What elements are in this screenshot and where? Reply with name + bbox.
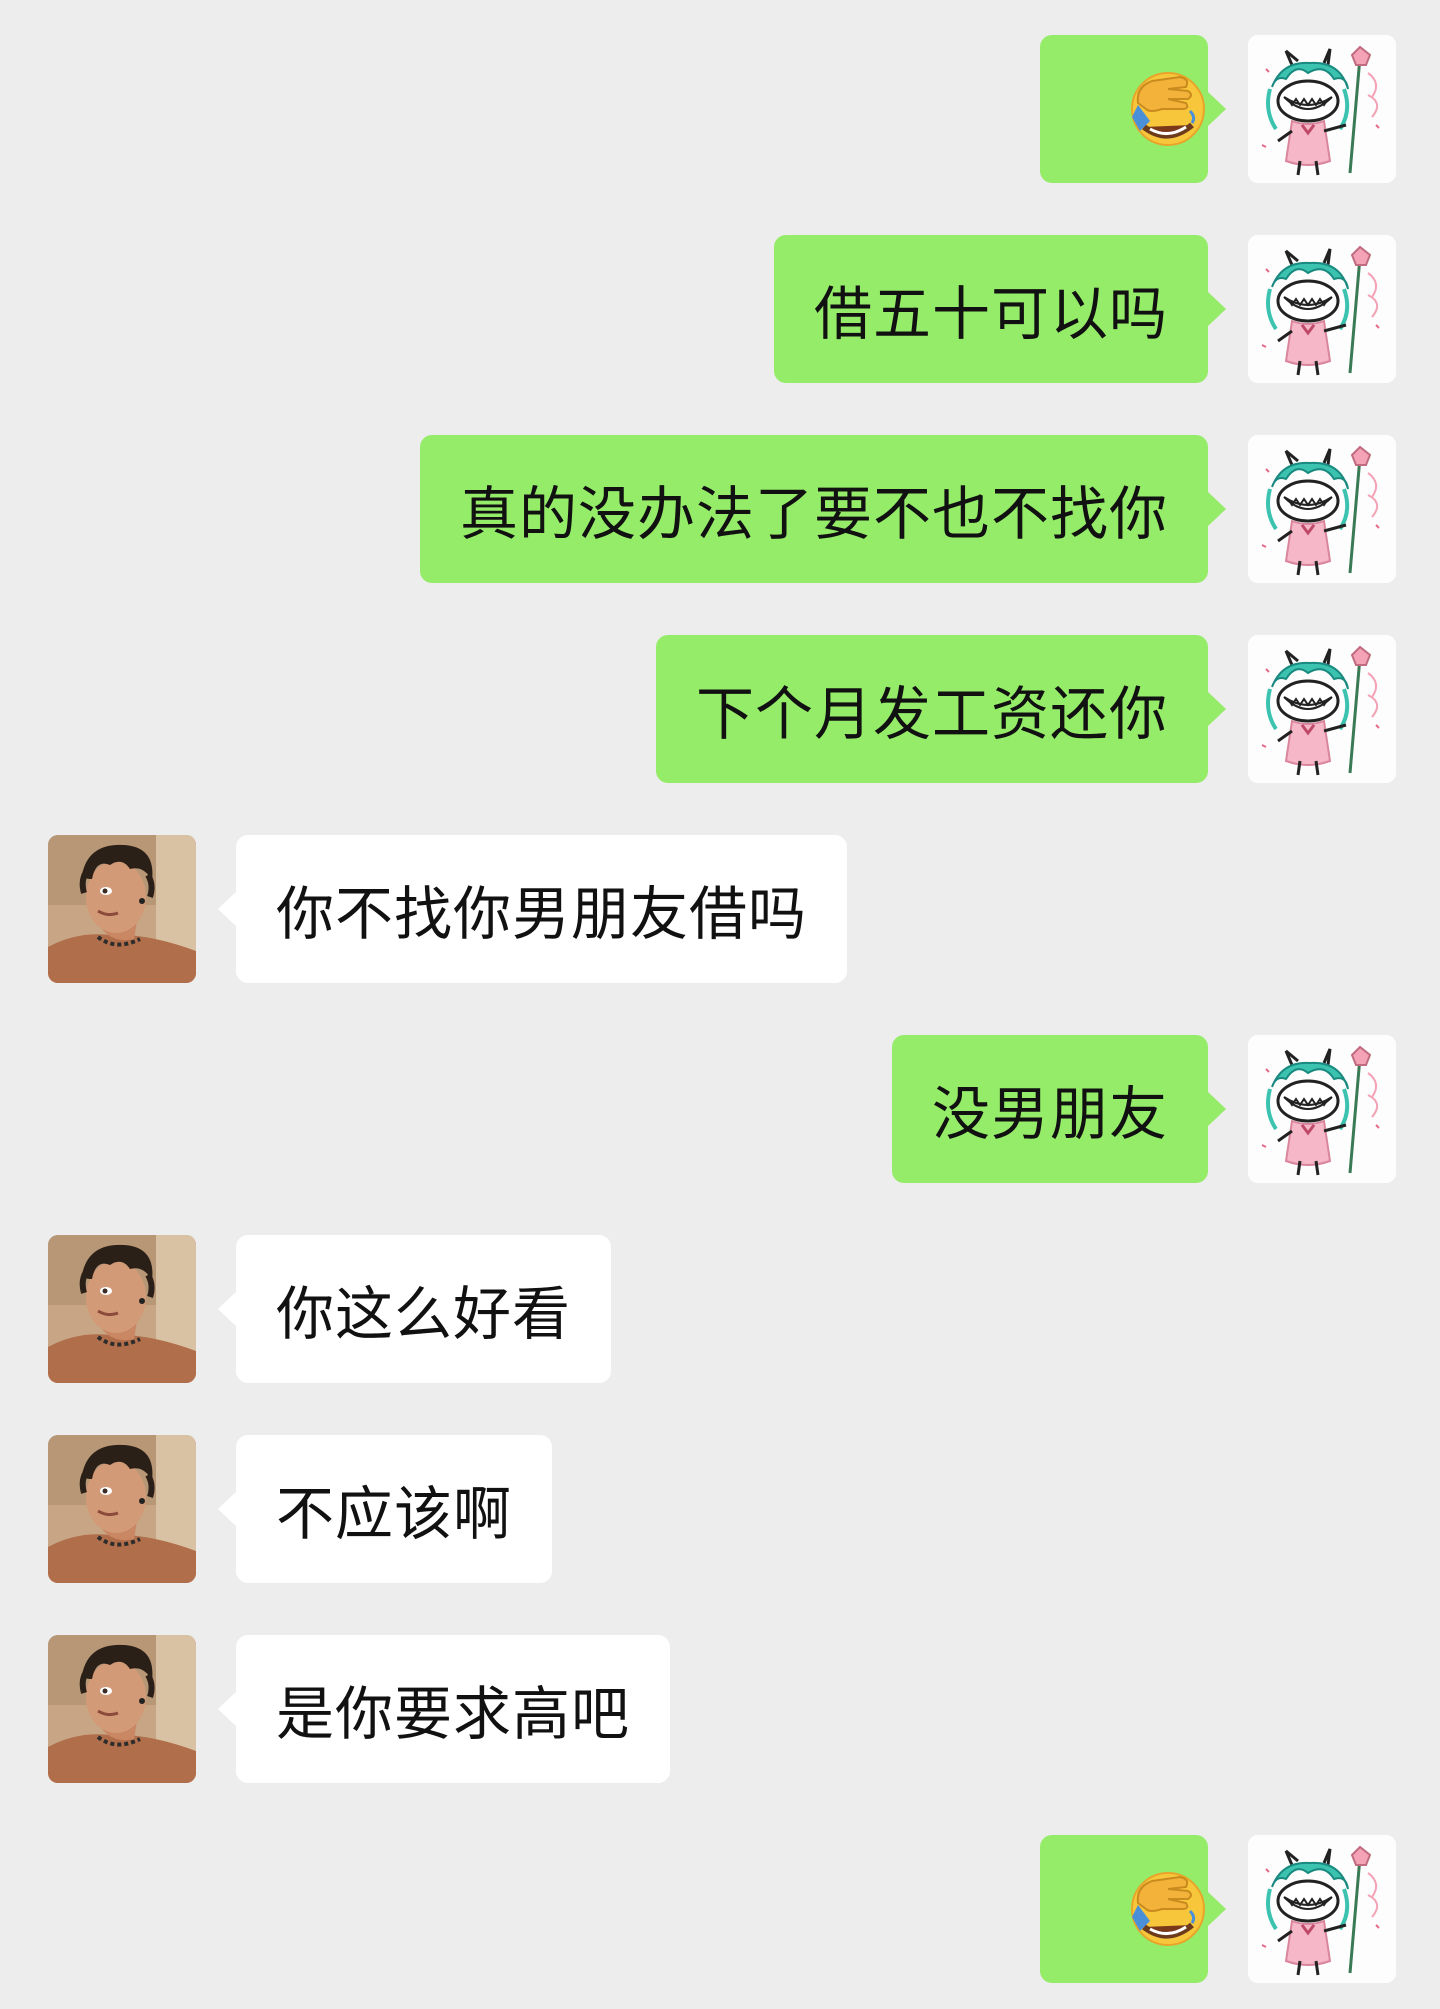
- doodle-girl-icon: [1248, 435, 1396, 583]
- facepalm-icon: [1128, 69, 1208, 149]
- message-bubble[interactable]: 真的没办法了要不也不找你: [419, 435, 1227, 583]
- my-avatar[interactable]: [1248, 1835, 1396, 1983]
- message-row-me: 没男朋友: [0, 1035, 1440, 1183]
- message-bubble[interactable]: 你这么好看: [217, 1235, 612, 1383]
- my-avatar[interactable]: [1248, 435, 1396, 583]
- doodle-girl-icon: [1248, 1035, 1396, 1183]
- message-bubble[interactable]: 没男朋友: [891, 1035, 1227, 1183]
- contact-photo-icon: [48, 835, 196, 983]
- message-row-me: 借五十可以吗: [0, 235, 1440, 383]
- message-text: 不应该啊: [276, 1480, 513, 1548]
- message-text: 你不找你男朋友借吗: [276, 880, 808, 948]
- message-text: 真的没办法了要不也不找你: [459, 480, 1168, 548]
- contact-avatar[interactable]: [48, 1235, 196, 1383]
- message-row-me: 下个月发工资还你: [0, 635, 1440, 783]
- message-row-me: [0, 1835, 1440, 1983]
- message-text: 借五十可以吗: [813, 280, 1168, 348]
- message-bubble[interactable]: 不应该啊: [217, 1435, 553, 1583]
- doodle-girl-icon: [1248, 1835, 1396, 1983]
- my-avatar[interactable]: [1248, 1035, 1396, 1183]
- message-text: 是你要求高吧: [276, 1680, 631, 1748]
- message-bubble-emoji[interactable]: [1040, 35, 1226, 183]
- message-row-them: 你不找你男朋友借吗: [0, 835, 1440, 983]
- message-row-me: [0, 35, 1440, 183]
- contact-avatar[interactable]: [48, 1435, 196, 1583]
- message-row-them: 你这么好看: [0, 1235, 1440, 1383]
- message-bubble[interactable]: 借五十可以吗: [773, 235, 1227, 383]
- doodle-girl-icon: [1248, 35, 1396, 183]
- message-bubble[interactable]: 是你要求高吧: [217, 1635, 671, 1783]
- contact-avatar[interactable]: [48, 1635, 196, 1783]
- my-avatar[interactable]: [1248, 35, 1396, 183]
- contact-photo-icon: [48, 1435, 196, 1583]
- contact-photo-icon: [48, 1635, 196, 1783]
- facepalm-icon: [1128, 1869, 1208, 1949]
- message-row-them: 不应该啊: [0, 1435, 1440, 1583]
- my-avatar[interactable]: [1248, 635, 1396, 783]
- message-bubble[interactable]: 下个月发工资还你: [655, 635, 1227, 783]
- message-text: 没男朋友: [931, 1080, 1168, 1148]
- doodle-girl-icon: [1248, 235, 1396, 383]
- contact-avatar[interactable]: [48, 835, 196, 983]
- message-text: 你这么好看: [276, 1280, 572, 1348]
- doodle-girl-icon: [1248, 635, 1396, 783]
- my-avatar[interactable]: [1248, 235, 1396, 383]
- message-bubble[interactable]: 你不找你男朋友借吗: [217, 835, 848, 983]
- message-row-me: 真的没办法了要不也不找你: [0, 435, 1440, 583]
- message-text: 下个月发工资还你: [695, 680, 1168, 748]
- contact-photo-icon: [48, 1235, 196, 1383]
- message-row-them: 是你要求高吧: [0, 1635, 1440, 1783]
- message-bubble-emoji[interactable]: [1040, 1835, 1226, 1983]
